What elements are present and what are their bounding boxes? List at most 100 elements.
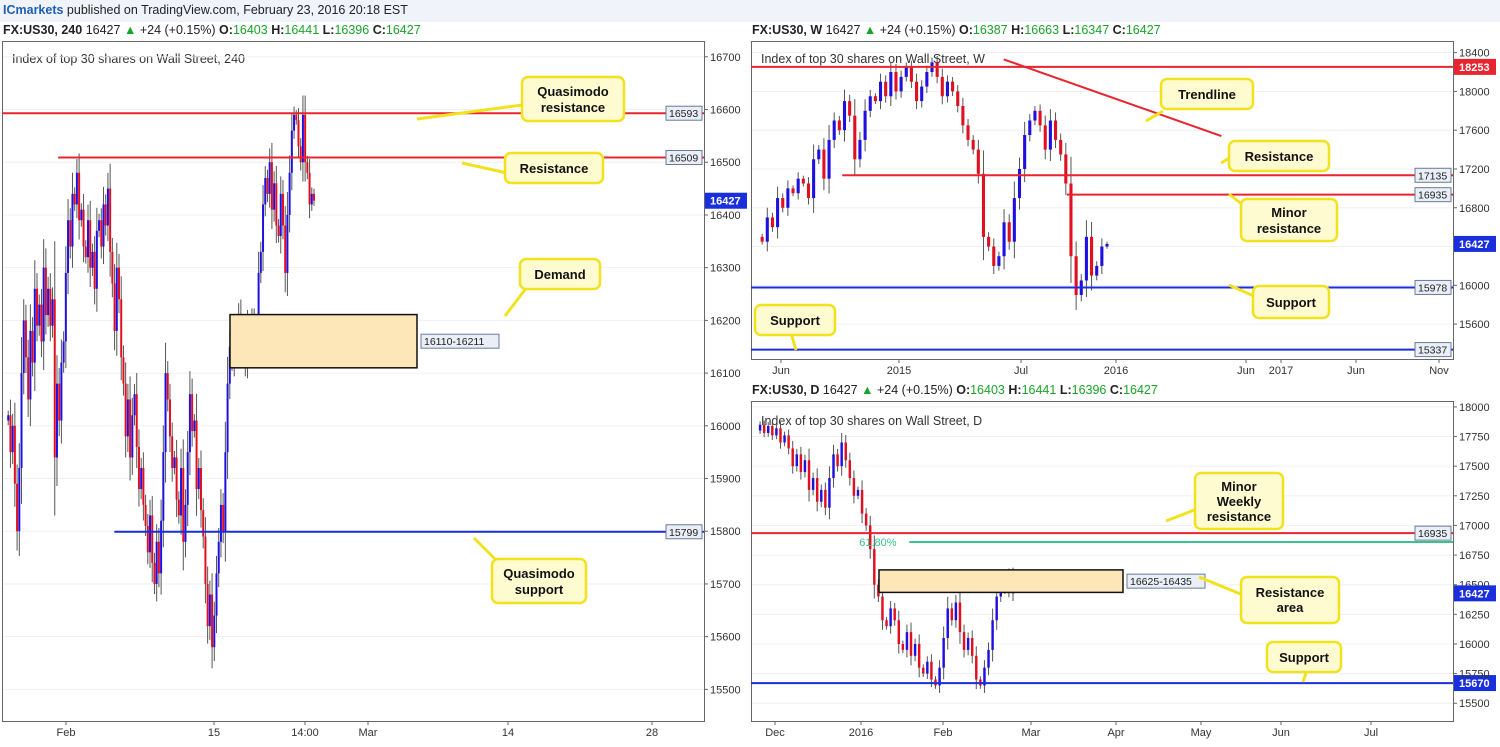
weekly-plot-frame bbox=[751, 41, 1454, 360]
candle-body bbox=[961, 105, 965, 126]
candle-body bbox=[290, 130, 293, 173]
candle-body bbox=[113, 283, 116, 331]
candle-body bbox=[157, 541, 160, 574]
candle-body bbox=[767, 425, 770, 433]
candle-body bbox=[264, 178, 267, 205]
candle-body bbox=[9, 415, 12, 453]
y-tick-label: 17250 bbox=[1459, 491, 1490, 503]
candle-body bbox=[889, 72, 893, 97]
candle-body bbox=[186, 452, 189, 505]
candle-body bbox=[301, 114, 304, 163]
svg-text:Support: Support bbox=[770, 313, 820, 328]
candle-body bbox=[219, 504, 222, 542]
candle-body bbox=[129, 399, 132, 458]
y-tick-label: 15500 bbox=[710, 684, 741, 696]
candle-body bbox=[987, 236, 991, 247]
candle-body bbox=[146, 525, 149, 553]
svg-text:Demand: Demand bbox=[534, 267, 585, 282]
x-tick-label: 2015 bbox=[887, 365, 911, 377]
x-tick-label: Jul bbox=[1014, 365, 1028, 377]
brand-link[interactable]: ICmarkets bbox=[3, 3, 63, 17]
y-tick-label: 15900 bbox=[710, 474, 741, 486]
candle-body bbox=[166, 373, 169, 400]
candle-body bbox=[1023, 135, 1027, 169]
daily-title: Index of top 30 shares on Wall Street, D bbox=[761, 414, 982, 428]
level-label: 16935 bbox=[1418, 190, 1447, 202]
y-tick-label: 15750 bbox=[1459, 669, 1490, 681]
candle-body bbox=[913, 643, 917, 656]
daily-chart[interactable]: Index of top 30 shares on Wall Street, D… bbox=[751, 401, 1499, 746]
candle-body bbox=[226, 383, 229, 453]
candle-body bbox=[824, 489, 827, 508]
candle-body bbox=[956, 91, 960, 106]
candle-body bbox=[299, 146, 302, 163]
candle-body bbox=[164, 373, 167, 453]
level-label: 15337 bbox=[1418, 345, 1447, 357]
y-tick-label: 15700 bbox=[710, 579, 741, 591]
candle-body bbox=[946, 608, 949, 639]
candle-body bbox=[950, 608, 954, 621]
candle-body bbox=[796, 178, 800, 194]
candle-body bbox=[885, 620, 888, 627]
zone-rect bbox=[229, 313, 418, 369]
candle-body bbox=[222, 504, 225, 532]
candle-body bbox=[42, 267, 45, 342]
candle-body bbox=[832, 120, 836, 140]
candle-body bbox=[180, 467, 183, 516]
y-tick-label: 16400 bbox=[710, 210, 741, 222]
candle-body bbox=[98, 220, 101, 231]
candle-body bbox=[16, 483, 19, 532]
candle-body bbox=[791, 448, 794, 467]
candle-body bbox=[905, 632, 909, 650]
candle-body bbox=[991, 620, 994, 650]
candle-body bbox=[89, 220, 92, 268]
candle-body bbox=[909, 632, 913, 656]
y-tick-label: 16500 bbox=[710, 157, 741, 169]
candle-body bbox=[981, 173, 986, 237]
h4-chart[interactable]: Index of top 30 shares on Wall Street, 2… bbox=[2, 41, 747, 745]
candle-body bbox=[149, 515, 152, 553]
weekly-chart[interactable]: Index of top 30 shares on Wall Street, W… bbox=[751, 41, 1499, 381]
candle-body bbox=[970, 638, 974, 656]
candle-body bbox=[133, 394, 136, 416]
candle-body bbox=[828, 478, 831, 508]
candle-body bbox=[277, 225, 280, 237]
x-tick-label: Mar bbox=[359, 727, 378, 739]
candle-body bbox=[917, 643, 921, 668]
candle-body bbox=[812, 159, 816, 199]
daily-open: 16403 bbox=[970, 383, 1005, 397]
candle-body bbox=[844, 442, 847, 461]
weekly-high: 16663 bbox=[1024, 23, 1060, 37]
candle-body bbox=[82, 209, 85, 247]
candle-body bbox=[51, 299, 54, 326]
svg-text:Minor: Minor bbox=[1271, 205, 1306, 220]
candle-body bbox=[856, 489, 860, 496]
candle-body bbox=[971, 139, 975, 150]
candle-body bbox=[976, 149, 980, 174]
x-tick-label: Nov bbox=[1429, 365, 1449, 377]
candle-body bbox=[836, 454, 839, 467]
h4-plot-frame bbox=[2, 41, 705, 722]
candle-body bbox=[297, 120, 300, 147]
h4-high: 16441 bbox=[284, 23, 320, 37]
candle-body bbox=[304, 114, 307, 163]
candle-body bbox=[84, 246, 87, 258]
candle-body bbox=[954, 602, 958, 621]
candle-body bbox=[140, 467, 143, 490]
candle-body bbox=[1017, 168, 1022, 199]
y-tick-label: 16700 bbox=[710, 52, 741, 64]
x-tick-label: 15 bbox=[208, 727, 220, 739]
candle-body bbox=[1090, 236, 1094, 276]
candle-body bbox=[940, 76, 944, 97]
zone-label: 16110-16211 bbox=[424, 336, 484, 348]
svg-text:area: area bbox=[1277, 600, 1305, 615]
daily-low: 16396 bbox=[1071, 383, 1107, 397]
candle-body bbox=[38, 304, 41, 326]
candle-body bbox=[1095, 265, 1099, 276]
candle-body bbox=[80, 209, 83, 221]
y-tick-label: 18000 bbox=[1459, 86, 1490, 98]
y-tick-label: 16600 bbox=[710, 105, 741, 117]
candle-body bbox=[1007, 222, 1011, 242]
candle-body bbox=[188, 394, 191, 453]
svg-text:Quasimodo: Quasimodo bbox=[537, 84, 609, 99]
